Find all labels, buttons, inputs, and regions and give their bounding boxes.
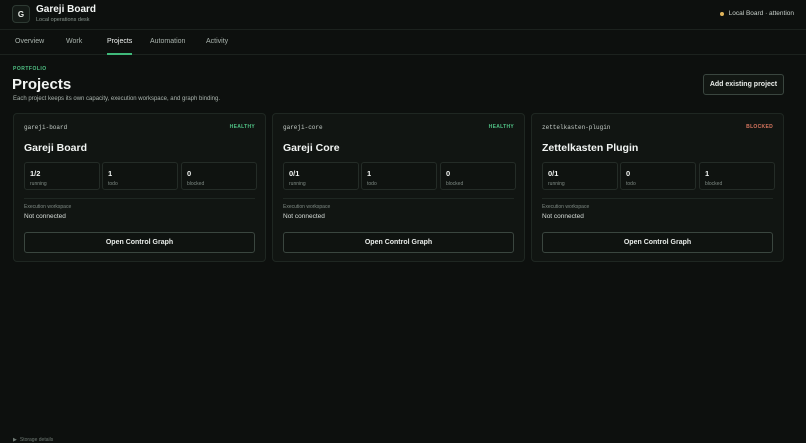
app-subtitle: Local operations desk bbox=[36, 17, 90, 23]
status-text: Local Board · attention bbox=[728, 10, 794, 17]
tab-work[interactable]: Work bbox=[66, 38, 82, 45]
section-eyebrow: PORTFOLIO bbox=[13, 66, 47, 72]
app-title: Gareji Board bbox=[36, 4, 97, 15]
project-name: Zettelkasten Plugin bbox=[542, 142, 639, 154]
project-name: Gareji Board bbox=[24, 142, 88, 154]
page-title: Projects bbox=[12, 76, 72, 93]
stat-label: blocked bbox=[705, 181, 723, 187]
stat-todo: 1 todo bbox=[102, 162, 178, 190]
card-divider bbox=[542, 198, 773, 199]
open-control-graph-button[interactable]: Open Control Graph bbox=[283, 232, 514, 253]
stat-value: 0/1 bbox=[289, 169, 300, 178]
stat-value: 1/2 bbox=[30, 169, 41, 178]
stat-label: blocked bbox=[446, 181, 464, 187]
stat-blocked: 1 blocked bbox=[699, 162, 775, 190]
stat-value: 0 bbox=[187, 169, 192, 178]
workspace-value: Not connected bbox=[542, 213, 584, 220]
project-name: Gareji Core bbox=[283, 142, 340, 154]
stat-todo: 1 todo bbox=[361, 162, 437, 190]
stat-label: running bbox=[548, 181, 565, 187]
stat-running: 1/2 running bbox=[24, 162, 100, 190]
stat-label: todo bbox=[626, 181, 636, 187]
tab-activity[interactable]: Activity bbox=[206, 38, 228, 45]
workspace-label: Execution workspace bbox=[283, 204, 331, 210]
stat-label: todo bbox=[108, 181, 118, 187]
tab-projects[interactable]: Projects bbox=[107, 38, 132, 45]
stat-label: blocked bbox=[187, 181, 205, 187]
project-card-gareji-board: gareji-board HEALTHY Gareji Board 1/2 ru… bbox=[13, 113, 266, 262]
workspace-value: Not connected bbox=[24, 213, 66, 220]
health-badge: HEALTHY bbox=[229, 124, 255, 130]
card-divider bbox=[24, 198, 255, 199]
stat-blocked: 0 blocked bbox=[181, 162, 257, 190]
health-badge: BLOCKED bbox=[746, 124, 773, 130]
stat-value: 1 bbox=[367, 169, 372, 178]
stat-value: 0/1 bbox=[548, 169, 559, 178]
stat-value: 0 bbox=[446, 169, 451, 178]
project-slug: gareji-board bbox=[24, 124, 68, 131]
workspace-label: Execution workspace bbox=[542, 204, 590, 210]
storage-details-label: Storage details bbox=[19, 437, 54, 443]
card-divider bbox=[283, 198, 514, 199]
stat-todo: 0 todo bbox=[620, 162, 696, 190]
tab-automation[interactable]: Automation bbox=[150, 38, 185, 45]
project-card-gareji-core: gareji-core HEALTHY Gareji Core 0/1 runn… bbox=[272, 113, 525, 262]
project-card-zettelkasten-plugin: zettelkasten-plugin BLOCKED Zettelkasten… bbox=[531, 113, 784, 262]
top-bar: G Gareji Board Local operations desk Loc… bbox=[0, 0, 806, 30]
stat-running: 0/1 running bbox=[542, 162, 618, 190]
stat-value: 0 bbox=[626, 169, 631, 178]
open-control-graph-button[interactable]: Open Control Graph bbox=[24, 232, 255, 253]
project-slug: gareji-core bbox=[283, 124, 323, 131]
active-tab-indicator bbox=[107, 53, 132, 55]
page-description: Each project keeps its own capacity, exe… bbox=[13, 96, 221, 102]
storage-details-toggle[interactable]: ▶ Storage details bbox=[13, 437, 53, 443]
caret-right-icon: ▶ bbox=[13, 437, 17, 443]
stat-label: running bbox=[289, 181, 306, 187]
workspace-value: Not connected bbox=[283, 213, 325, 220]
status-dot-icon bbox=[719, 11, 724, 16]
app-logo: G bbox=[12, 5, 30, 23]
workspace-label: Execution workspace bbox=[24, 204, 72, 210]
project-slug: zettelkasten-plugin bbox=[542, 124, 611, 131]
stat-label: running bbox=[30, 181, 47, 187]
health-badge: HEALTHY bbox=[488, 124, 514, 130]
stat-value: 1 bbox=[108, 169, 113, 178]
stat-value: 1 bbox=[705, 169, 710, 178]
tab-bar: Overview Work Projects Automation Activi… bbox=[0, 30, 806, 55]
tab-overview[interactable]: Overview bbox=[15, 38, 44, 45]
board-status: Local Board · attention bbox=[719, 10, 794, 17]
add-existing-project-button[interactable]: Add existing project bbox=[703, 74, 784, 95]
stat-blocked: 0 blocked bbox=[440, 162, 516, 190]
open-control-graph-button[interactable]: Open Control Graph bbox=[542, 232, 773, 253]
stat-label: todo bbox=[367, 181, 377, 187]
stat-running: 0/1 running bbox=[283, 162, 359, 190]
